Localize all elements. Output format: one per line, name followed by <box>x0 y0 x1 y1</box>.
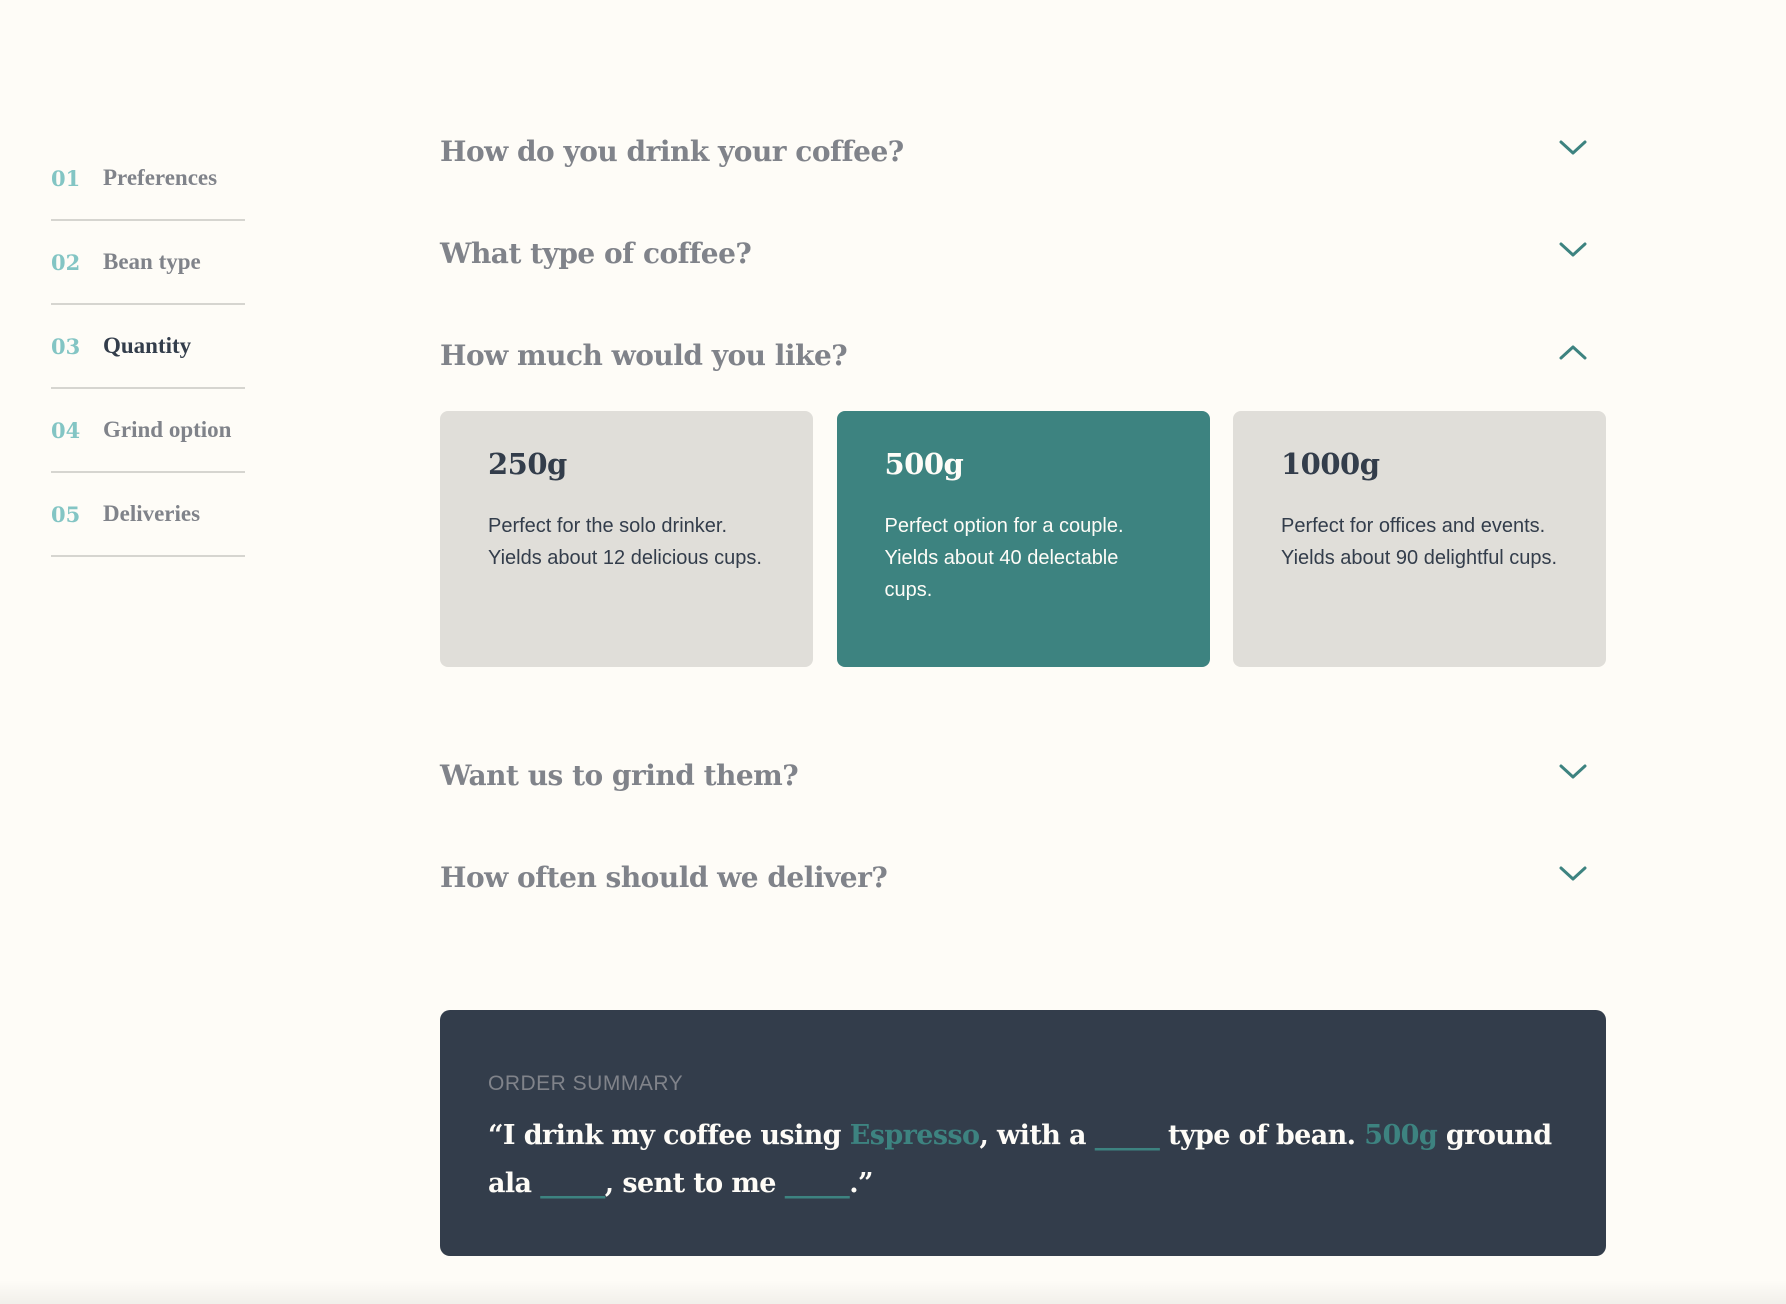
order-summary: ORDER SUMMARY “I drink my coffee using E… <box>440 1010 1606 1256</box>
quantity-options: 250g Perfect for the solo drinker. Yield… <box>440 411 1606 667</box>
chevron-down-icon[interactable] <box>1558 763 1588 781</box>
bottom-shadow <box>0 1280 1786 1304</box>
chevron-down-icon[interactable] <box>1558 139 1588 157</box>
summary-text-part: type of bean. <box>1159 1120 1365 1151</box>
step-label: Preferences <box>103 165 218 190</box>
summary-delivery-value: _____ <box>784 1168 850 1199</box>
step-label: Quantity <box>103 333 192 358</box>
step-number: 04 <box>51 417 81 443</box>
question-grind-header[interactable]: Want us to grind them? <box>440 724 1606 826</box>
sidebar-item-bean-type[interactable]: 02 Bean type <box>51 221 245 305</box>
summary-grind-value: _____ <box>540 1168 605 1199</box>
option-card-500g[interactable]: 500g Perfect option for a couple. Yields… <box>836 411 1210 667</box>
option-card-250g[interactable]: 250g Perfect for the solo drinker. Yield… <box>440 411 813 667</box>
order-summary-text: “I drink my coffee using Espresso, with … <box>488 1112 1558 1208</box>
sidebar-item-grind-option[interactable]: 04 Grind option <box>51 389 245 473</box>
step-sidebar: 01 Preferences 02 Bean type 03 Quantity … <box>51 137 245 557</box>
step-label: Deliveries <box>103 501 201 526</box>
option-title: 500g <box>884 447 964 481</box>
step-label: Grind option <box>103 417 232 442</box>
step-number: 02 <box>51 249 81 275</box>
question-title: How often should we deliver? <box>440 860 888 894</box>
summary-bean-value: _____ <box>1094 1120 1160 1151</box>
summary-text-part: , with a <box>979 1120 1095 1151</box>
option-title: 250g <box>488 447 567 481</box>
option-card-1000g[interactable]: 1000g Perfect for offices and events. Yi… <box>1233 411 1606 667</box>
chevron-up-icon[interactable] <box>1558 343 1588 361</box>
question-title: How much would you like? <box>440 338 848 372</box>
summary-text-part: , sent to me <box>604 1168 785 1199</box>
chevron-down-icon[interactable] <box>1558 865 1588 883</box>
sidebar-item-quantity[interactable]: 03 Quantity <box>51 305 245 389</box>
summary-text-part: .” <box>849 1168 873 1199</box>
option-title: 1000g <box>1281 447 1380 481</box>
sidebar-item-deliveries[interactable]: 05 Deliveries <box>51 473 245 557</box>
question-title: What type of coffee? <box>440 236 752 270</box>
question-quantity-header[interactable]: How much would you like? <box>440 304 1606 406</box>
summary-text-part: “I drink my coffee using <box>488 1120 850 1151</box>
step-number: 01 <box>51 165 81 191</box>
order-summary-heading: ORDER SUMMARY <box>488 1072 684 1095</box>
chevron-down-icon[interactable] <box>1558 241 1588 259</box>
step-label: Bean type <box>103 249 201 274</box>
question-title: Want us to grind them? <box>440 758 799 792</box>
questions-panel: How do you drink your coffee? What type … <box>440 100 1606 928</box>
question-title: How do you drink your coffee? <box>440 134 904 168</box>
option-description: Perfect option for a couple. Yields abou… <box>884 515 1124 601</box>
step-number: 05 <box>51 501 81 527</box>
question-drink-header[interactable]: How do you drink your coffee? <box>440 100 1606 202</box>
option-description: Perfect for the solo drinker. Yields abo… <box>488 515 762 569</box>
sidebar-item-preferences[interactable]: 01 Preferences <box>51 137 245 221</box>
step-number: 03 <box>51 333 81 359</box>
summary-quantity-value: 500g <box>1364 1120 1438 1151</box>
option-description: Perfect for offices and events. Yields a… <box>1281 515 1558 569</box>
question-delivery-header[interactable]: How often should we deliver? <box>440 826 1606 928</box>
question-type-header[interactable]: What type of coffee? <box>440 202 1606 304</box>
summary-drink-value: Espresso <box>849 1120 980 1151</box>
